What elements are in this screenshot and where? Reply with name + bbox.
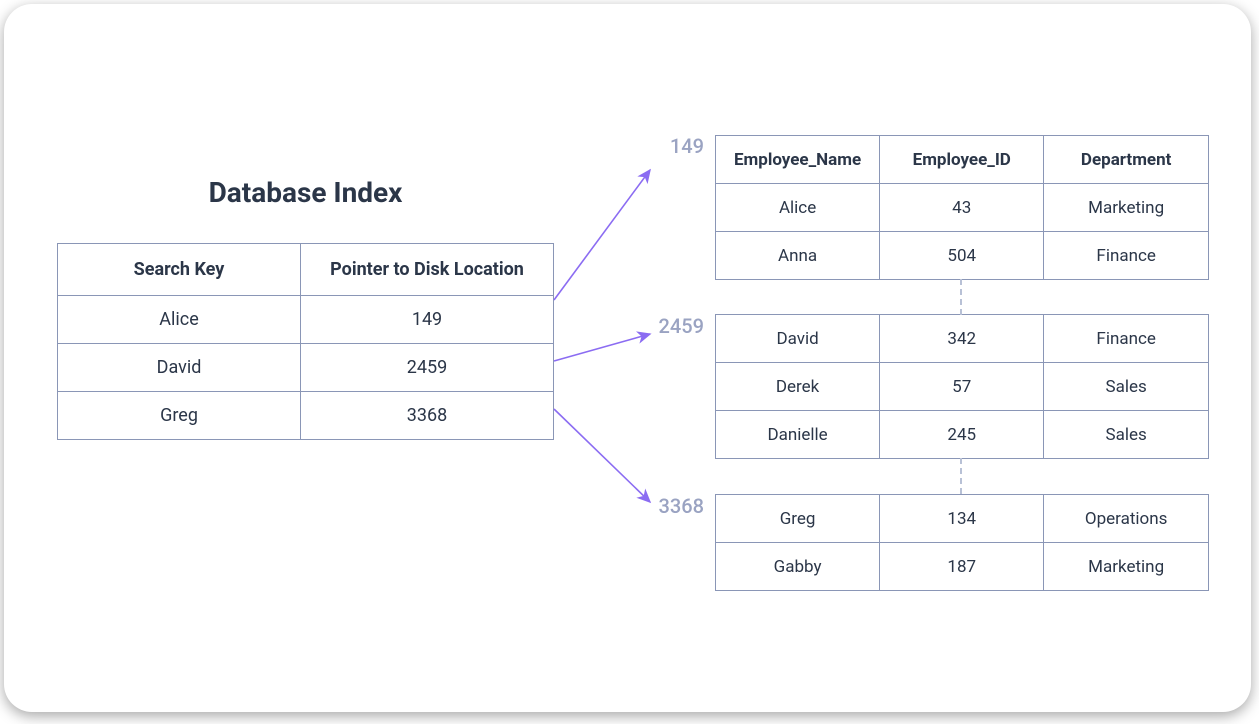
table-row: Greg 3368 — [58, 392, 554, 440]
cell-ptr: 3368 — [301, 392, 554, 440]
ellipsis-connector — [960, 458, 962, 494]
cell-name: Greg — [716, 495, 880, 543]
cell-name: David — [716, 315, 880, 363]
header-dept: Department — [1044, 136, 1209, 184]
arrow-icon — [554, 409, 650, 502]
table-row: Derek 57 Sales — [716, 363, 1209, 411]
data-block: Employee_Name Employee_ID Department Ali… — [715, 135, 1209, 280]
cell-name: Alice — [716, 184, 880, 232]
header-search-key: Search Key — [58, 244, 301, 296]
block-label: 149 — [654, 134, 704, 158]
cell-dept: Marketing — [1044, 184, 1209, 232]
index-table: Search Key Pointer to Disk Location Alic… — [57, 243, 554, 440]
cell-name: Anna — [716, 232, 880, 280]
cell-dept: Marketing — [1044, 543, 1209, 591]
ellipsis-connector — [960, 279, 962, 315]
table-row: David 2459 — [58, 344, 554, 392]
table-row: Gabby 187 Marketing — [716, 543, 1209, 591]
diagram-card: Database Index Search Key Pointer to Dis… — [4, 4, 1251, 712]
cell-name: Danielle — [716, 411, 880, 459]
block-label: 3368 — [648, 494, 704, 518]
cell-name: Gabby — [716, 543, 880, 591]
cell-name: Derek — [716, 363, 880, 411]
table-row: Danielle 245 Sales — [716, 411, 1209, 459]
cell-dept: Sales — [1044, 363, 1209, 411]
cell-id: 187 — [880, 543, 1044, 591]
table-row: Alice 149 — [58, 296, 554, 344]
table-header-row: Employee_Name Employee_ID Department — [716, 136, 1209, 184]
cell-id: 245 — [880, 411, 1044, 459]
cell-dept: Sales — [1044, 411, 1209, 459]
cell-id: 504 — [880, 232, 1044, 280]
cell-id: 342 — [880, 315, 1044, 363]
cell-key: Alice — [58, 296, 301, 344]
table-row: David 342 Finance — [716, 315, 1209, 363]
cell-id: 57 — [880, 363, 1044, 411]
cell-dept: Finance — [1044, 232, 1209, 280]
diagram-title: Database Index — [57, 176, 554, 209]
header-pointer: Pointer to Disk Location — [301, 244, 554, 296]
data-block: David 342 Finance Derek 57 Sales Daniell… — [715, 314, 1209, 459]
cell-id: 134 — [880, 495, 1044, 543]
cell-dept: Finance — [1044, 315, 1209, 363]
table-header-row: Search Key Pointer to Disk Location — [58, 244, 554, 296]
table-row: Greg 134 Operations — [716, 495, 1209, 543]
data-block: Greg 134 Operations Gabby 187 Marketing — [715, 494, 1209, 591]
cell-ptr: 149 — [301, 296, 554, 344]
cell-key: David — [58, 344, 301, 392]
arrow-icon — [554, 334, 650, 361]
cell-id: 43 — [880, 184, 1044, 232]
cell-ptr: 2459 — [301, 344, 554, 392]
table-row: Anna 504 Finance — [716, 232, 1209, 280]
table-row: Alice 43 Marketing — [716, 184, 1209, 232]
block-label: 2459 — [648, 314, 704, 338]
arrow-icon — [554, 170, 650, 300]
cell-dept: Operations — [1044, 495, 1209, 543]
header-emp-name: Employee_Name — [716, 136, 880, 184]
header-emp-id: Employee_ID — [880, 136, 1044, 184]
cell-key: Greg — [58, 392, 301, 440]
